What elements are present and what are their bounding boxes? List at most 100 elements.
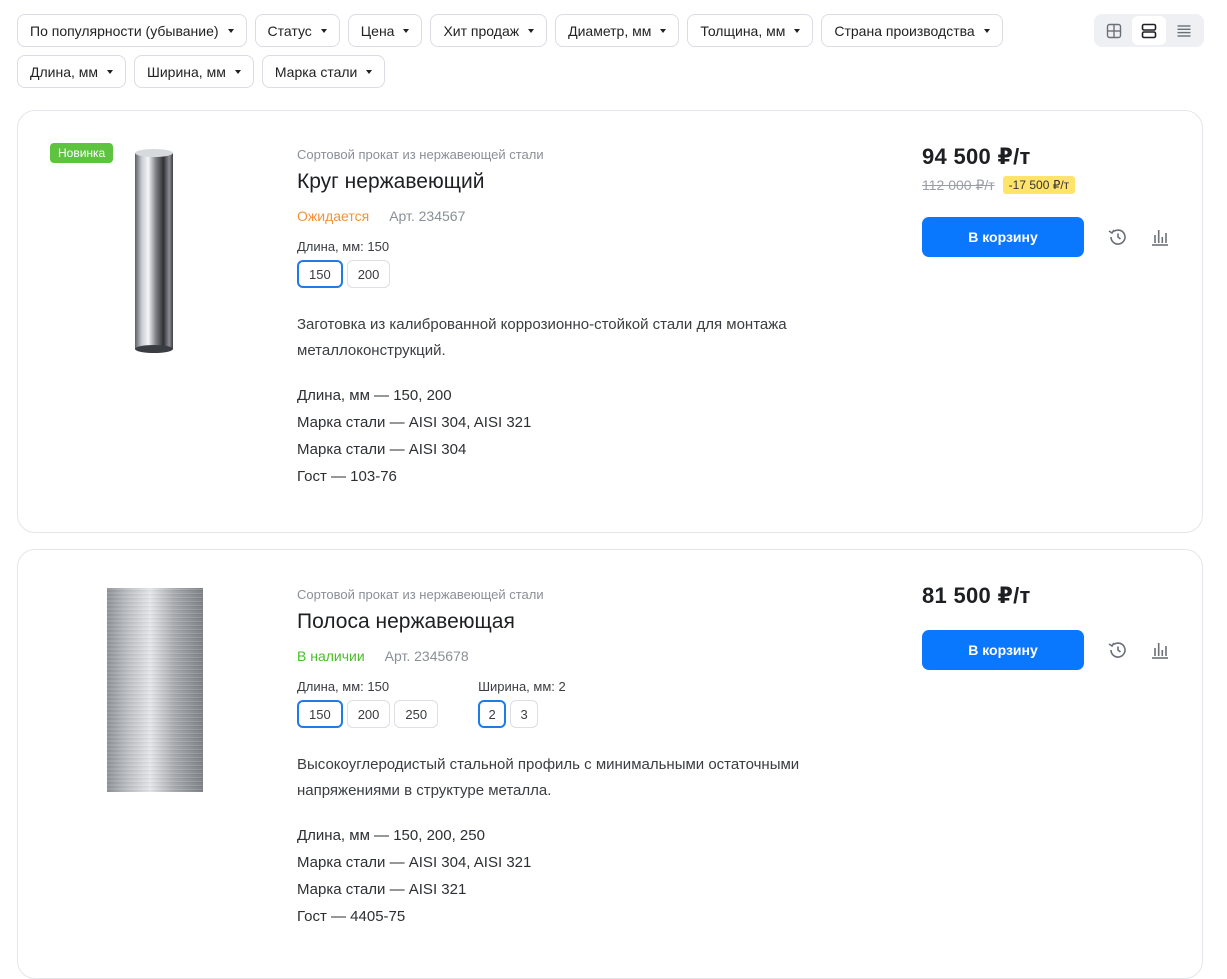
price-block: 81 500 ₽/т [922, 583, 1031, 609]
old-price: 112 000 ₽/т [922, 176, 995, 193]
option-groups: Длина, мм: 150 150 200 [297, 239, 867, 288]
option-length-200[interactable]: 200 [346, 700, 391, 728]
price-history-icon [1108, 642, 1126, 658]
grid-view-icon [1106, 23, 1121, 38]
compact-list-button[interactable] [1167, 16, 1201, 45]
option-width-2[interactable]: 2 [478, 700, 507, 728]
filter-thickness[interactable]: Толщина, мм [687, 14, 814, 47]
discount-badge: -17 500 ₽/т [1002, 176, 1076, 194]
new-badge: Новинка [50, 143, 114, 163]
filter-width[interactable]: Ширина, мм [134, 55, 254, 88]
option-group-width: Ширина, мм: 2 2 3 [478, 679, 566, 728]
option-group-length: Длина, мм: 150 150 200 250 [297, 679, 439, 728]
caret-down-icon [660, 28, 667, 33]
compare-button[interactable] [1147, 637, 1173, 663]
compact-list-icon [1177, 24, 1191, 37]
price-history-button[interactable] [1104, 224, 1130, 250]
product-description: Заготовка из калиброванной коррозионно-с… [297, 316, 787, 359]
product-info: Сортовой прокат из нержавеющей стали Пол… [297, 587, 867, 930]
sort-dropdown[interactable]: По популярности (убывание) [17, 14, 247, 47]
status-row: Ожидается Арт. 234567 [297, 208, 867, 224]
compare-button[interactable] [1147, 224, 1173, 250]
product-specs: Длина, мм — 150, 200 Марка стали — AISI … [297, 382, 867, 490]
caret-down-icon [366, 69, 373, 74]
option-groups: Длина, мм: 150 150 200 250 Ширина, мм: 2… [297, 679, 867, 728]
caret-down-icon [227, 28, 234, 33]
caret-down-icon [234, 69, 241, 74]
filter-length[interactable]: Длина, мм [17, 55, 127, 88]
product-image-round-bar[interactable] [133, 148, 175, 354]
product-card: Сортовой прокат из нержавеющей стали Пол… [17, 549, 1203, 979]
spec-line: Марка стали — AISI 321 [297, 881, 467, 898]
product-category: Сортовой прокат из нержавеющей стали [297, 147, 544, 162]
chip-label: Статус [267, 22, 312, 39]
option-list: 150 200 250 [297, 700, 439, 728]
option-list: 150 200 [297, 260, 391, 288]
actions-row: В корзину [922, 630, 1173, 670]
view-mode-switch [1094, 14, 1204, 47]
article-number: Арт. 2345678 [384, 648, 469, 664]
compare-chart-icon [1152, 643, 1168, 659]
option-width-3[interactable]: 3 [510, 700, 539, 728]
option-length-250[interactable]: 250 [394, 700, 439, 728]
grid-view-button[interactable] [1097, 16, 1131, 45]
chip-label: Диаметр, мм [568, 22, 652, 39]
option-length-150[interactable]: 150 [297, 700, 343, 728]
availability-status: В наличии [297, 648, 365, 664]
option-group-length: Длина, мм: 150 150 200 [297, 239, 391, 288]
product-category: Сортовой прокат из нержавеющей стали [297, 587, 544, 602]
compare-chart-icon [1152, 230, 1168, 246]
filter-bestseller[interactable]: Хит продаж [430, 14, 548, 47]
option-length-200[interactable]: 200 [346, 260, 391, 288]
option-label: Ширина, мм: 2 [478, 679, 566, 694]
option-list: 2 3 [478, 700, 566, 728]
filter-price[interactable]: Цена [347, 14, 423, 47]
list-view-icon [1141, 23, 1157, 38]
spec-line: Гост — 4405-75 [297, 908, 406, 925]
current-price: 81 500 ₽/т [922, 583, 1031, 608]
product-info: Сортовой прокат из нержавеющей стали Кру… [297, 147, 867, 490]
product-specs: Длина, мм — 150, 200, 250 Марка стали — … [297, 822, 867, 930]
price-block: 94 500 ₽/т 112 000 ₽/т -17 500 ₽/т [922, 144, 1076, 194]
add-to-cart-button[interactable]: В корзину [922, 217, 1084, 257]
product-title[interactable]: Круг нержавеющий [297, 170, 867, 194]
caret-down-icon [320, 28, 327, 33]
product-image-flat-bar[interactable] [107, 588, 203, 792]
chip-label: Толщина, мм [700, 22, 786, 39]
chip-label: Хит продаж [443, 22, 520, 39]
option-label: Длина, мм: 150 [297, 239, 390, 254]
price-history-button[interactable] [1104, 637, 1130, 663]
caret-down-icon [403, 28, 410, 33]
article-number: Арт. 234567 [389, 208, 466, 224]
product-title[interactable]: Полоса нержавеющая [297, 610, 867, 634]
spec-line: Длина, мм — 150, 200, 250 [297, 827, 485, 844]
chip-label: Ширина, мм [147, 63, 226, 80]
chip-label: По популярности (убывание) [30, 22, 219, 39]
filter-steel-grade[interactable]: Марка стали [261, 55, 386, 88]
spec-line: Длина, мм — 150, 200 [297, 387, 452, 404]
caret-down-icon [794, 28, 801, 33]
price-history-icon [1108, 229, 1126, 245]
filter-bar: По популярности (убывание) Статус Цена Х… [17, 14, 1027, 88]
old-price-row: 112 000 ₽/т -17 500 ₽/т [922, 176, 1076, 194]
spec-line: Марка стали — AISI 304 [297, 441, 467, 458]
product-description: Высокоуглеродистый стальной профиль с ми… [297, 756, 800, 799]
add-to-cart-button[interactable]: В корзину [922, 630, 1084, 670]
actions-row: В корзину [922, 217, 1173, 257]
list-view-button[interactable] [1131, 16, 1166, 45]
spec-line: Марка стали — AISI 304, AISI 321 [297, 414, 532, 431]
chip-label: Цена [360, 22, 395, 39]
chip-label: Страна производства [834, 22, 975, 39]
caret-down-icon [983, 28, 990, 33]
caret-down-icon [528, 28, 535, 33]
filter-country[interactable]: Страна производства [821, 14, 1003, 47]
filter-status[interactable]: Статус [254, 14, 340, 47]
chip-label: Марка стали [274, 63, 358, 80]
spec-line: Гост — 103-76 [297, 468, 397, 485]
chip-label: Длина, мм [30, 63, 99, 80]
option-length-150[interactable]: 150 [297, 260, 343, 288]
availability-status: Ожидается [297, 208, 370, 224]
status-row: В наличии Арт. 2345678 [297, 648, 867, 664]
product-card: Новинка Сортовой прокат из нержавеющей с… [17, 110, 1203, 533]
filter-diameter[interactable]: Диаметр, мм [555, 14, 680, 47]
